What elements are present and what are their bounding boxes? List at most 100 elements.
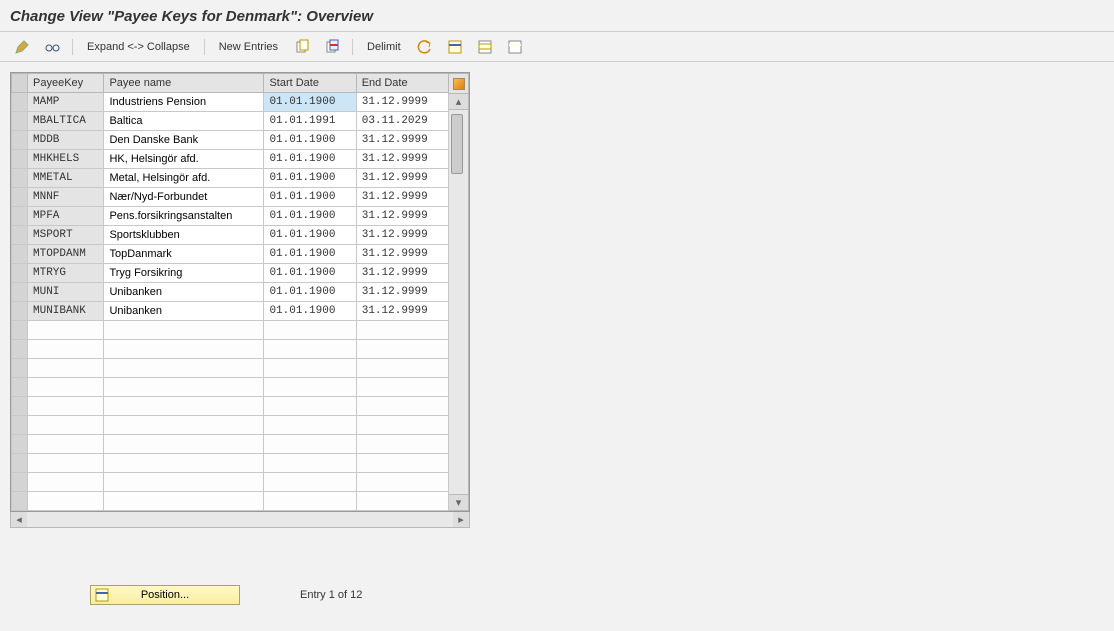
table-row-empty[interactable] bbox=[12, 340, 449, 359]
table-row-empty[interactable] bbox=[12, 492, 449, 511]
cell-startdate[interactable] bbox=[264, 416, 356, 435]
col-header-payeename[interactable]: Payee name bbox=[104, 74, 264, 93]
cell-enddate[interactable]: 31.12.9999 bbox=[356, 264, 448, 283]
cell-payeekey[interactable]: MPFA bbox=[28, 207, 104, 226]
table-row[interactable]: MAMPIndustriens Pension01.01.190031.12.9… bbox=[12, 93, 449, 112]
table-row[interactable]: MDDBDen Danske Bank01.01.190031.12.9999 bbox=[12, 131, 449, 150]
cell-startdate[interactable] bbox=[264, 454, 356, 473]
cell-payeekey[interactable]: MBALTICA bbox=[28, 112, 104, 131]
cell-payeekey[interactable]: MTRYG bbox=[28, 264, 104, 283]
cell-startdate[interactable] bbox=[264, 378, 356, 397]
cell-startdate[interactable] bbox=[264, 473, 356, 492]
row-selector[interactable] bbox=[12, 416, 28, 435]
row-selector-header[interactable] bbox=[12, 74, 28, 93]
cell-payeekey[interactable]: MTOPDANM bbox=[28, 245, 104, 264]
scroll-down-arrow[interactable]: ▾ bbox=[449, 494, 468, 510]
row-selector[interactable] bbox=[12, 207, 28, 226]
row-selector[interactable] bbox=[12, 435, 28, 454]
cell-startdate[interactable] bbox=[264, 397, 356, 416]
cell-startdate[interactable] bbox=[264, 321, 356, 340]
row-selector[interactable] bbox=[12, 226, 28, 245]
row-selector[interactable] bbox=[12, 473, 28, 492]
cell-payeename[interactable]: TopDanmark bbox=[104, 245, 264, 264]
row-selector[interactable] bbox=[12, 131, 28, 150]
vertical-scrollbar[interactable]: ▴ ▾ bbox=[449, 94, 469, 511]
cell-payeename[interactable] bbox=[104, 416, 264, 435]
table-row-empty[interactable] bbox=[12, 378, 449, 397]
cell-payeename[interactable]: Baltica bbox=[104, 112, 264, 131]
row-selector[interactable] bbox=[12, 359, 28, 378]
cell-startdate[interactable] bbox=[264, 492, 356, 511]
copy-as-button[interactable] bbox=[290, 37, 314, 57]
cell-payeename[interactable] bbox=[104, 378, 264, 397]
table-row[interactable]: MNNFNær/Nyd-Forbundet01.01.190031.12.999… bbox=[12, 188, 449, 207]
cell-payeename[interactable]: Metal, Helsingör afd. bbox=[104, 169, 264, 188]
row-selector[interactable] bbox=[12, 321, 28, 340]
cell-payeekey[interactable]: MDDB bbox=[28, 131, 104, 150]
scroll-track[interactable] bbox=[449, 110, 468, 494]
row-selector[interactable] bbox=[12, 188, 28, 207]
cell-payeename[interactable]: Pens.forsikringsanstalten bbox=[104, 207, 264, 226]
cell-payeekey[interactable] bbox=[28, 416, 104, 435]
table-row-empty[interactable] bbox=[12, 321, 449, 340]
cell-enddate[interactable] bbox=[356, 378, 448, 397]
cell-startdate[interactable]: 01.01.1991 bbox=[264, 112, 356, 131]
cell-enddate[interactable]: 31.12.9999 bbox=[356, 207, 448, 226]
select-block-button[interactable] bbox=[473, 37, 497, 57]
cell-enddate[interactable] bbox=[356, 359, 448, 378]
payee-table[interactable]: PayeeKey Payee name Start Date End Date … bbox=[11, 73, 449, 511]
cell-payeekey[interactable] bbox=[28, 473, 104, 492]
cell-startdate[interactable]: 01.01.1900 bbox=[264, 302, 356, 321]
scroll-left-arrow[interactable]: ◂ bbox=[11, 512, 27, 527]
cell-payeename[interactable] bbox=[104, 435, 264, 454]
cell-startdate[interactable] bbox=[264, 435, 356, 454]
cell-payeekey[interactable] bbox=[28, 435, 104, 454]
row-selector[interactable] bbox=[12, 283, 28, 302]
cell-startdate[interactable]: 01.01.1900 bbox=[264, 131, 356, 150]
cell-enddate[interactable]: 31.12.9999 bbox=[356, 150, 448, 169]
table-row[interactable]: MTOPDANMTopDanmark01.01.190031.12.9999 bbox=[12, 245, 449, 264]
cell-enddate[interactable]: 31.12.9999 bbox=[356, 93, 448, 112]
cell-startdate[interactable]: 01.01.1900 bbox=[264, 188, 356, 207]
cell-startdate[interactable]: 01.01.1900 bbox=[264, 226, 356, 245]
cell-payeename[interactable]: Unibanken bbox=[104, 302, 264, 321]
table-config-button[interactable] bbox=[449, 73, 469, 94]
cell-enddate[interactable] bbox=[356, 473, 448, 492]
cell-payeekey[interactable]: MMETAL bbox=[28, 169, 104, 188]
row-selector[interactable] bbox=[12, 397, 28, 416]
cell-enddate[interactable] bbox=[356, 340, 448, 359]
cell-enddate[interactable] bbox=[356, 435, 448, 454]
row-selector[interactable] bbox=[12, 245, 28, 264]
cell-enddate[interactable]: 31.12.9999 bbox=[356, 302, 448, 321]
cell-payeename[interactable]: Nær/Nyd-Forbundet bbox=[104, 188, 264, 207]
expand-collapse-button[interactable]: Expand <-> Collapse bbox=[81, 39, 196, 55]
table-row[interactable]: MPFAPens.forsikringsanstalten01.01.19003… bbox=[12, 207, 449, 226]
cell-startdate[interactable] bbox=[264, 340, 356, 359]
cell-payeekey[interactable] bbox=[28, 378, 104, 397]
deselect-all-button[interactable] bbox=[503, 37, 527, 57]
table-row[interactable]: MSPORTSportsklubben01.01.190031.12.9999 bbox=[12, 226, 449, 245]
undo-change-button[interactable] bbox=[413, 37, 437, 57]
cell-enddate[interactable]: 31.12.9999 bbox=[356, 131, 448, 150]
cell-payeekey[interactable]: MHKHELS bbox=[28, 150, 104, 169]
cell-payeekey[interactable] bbox=[28, 340, 104, 359]
new-entries-button[interactable]: New Entries bbox=[213, 39, 284, 55]
cell-payeekey[interactable] bbox=[28, 359, 104, 378]
position-button[interactable]: Position... bbox=[90, 585, 240, 605]
cell-startdate[interactable]: 01.01.1900 bbox=[264, 93, 356, 112]
cell-payeekey[interactable] bbox=[28, 454, 104, 473]
row-selector[interactable] bbox=[12, 264, 28, 283]
horizontal-scrollbar[interactable]: ◂ ▸ bbox=[10, 512, 470, 528]
cell-enddate[interactable]: 31.12.9999 bbox=[356, 245, 448, 264]
row-selector[interactable] bbox=[12, 150, 28, 169]
col-header-payeekey[interactable]: PayeeKey bbox=[28, 74, 104, 93]
cell-payeename[interactable] bbox=[104, 359, 264, 378]
table-row-empty[interactable] bbox=[12, 435, 449, 454]
row-selector[interactable] bbox=[12, 454, 28, 473]
row-selector[interactable] bbox=[12, 169, 28, 188]
cell-payeename[interactable] bbox=[104, 321, 264, 340]
cell-startdate[interactable]: 01.01.1900 bbox=[264, 169, 356, 188]
row-selector[interactable] bbox=[12, 112, 28, 131]
cell-enddate[interactable] bbox=[356, 454, 448, 473]
scroll-right-arrow[interactable]: ▸ bbox=[453, 512, 469, 527]
